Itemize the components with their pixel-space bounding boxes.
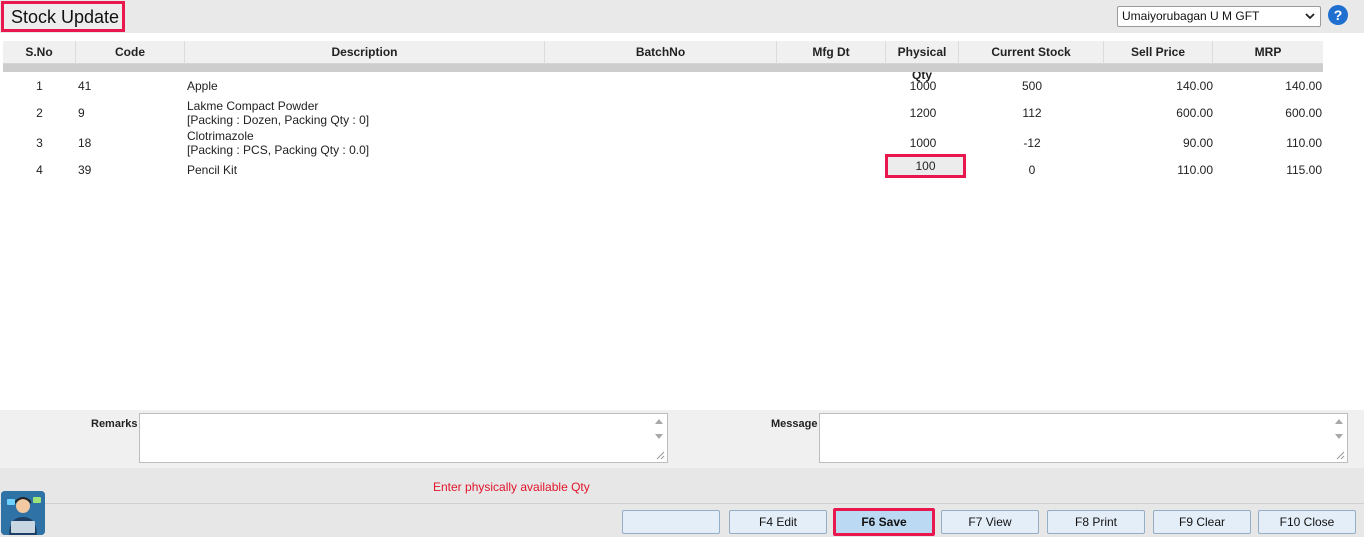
col-mfg-dt: Mfg Dt <box>777 41 886 64</box>
cell-sno: 2 <box>36 106 43 120</box>
cell-code: 9 <box>78 106 85 120</box>
message-label: Message <box>771 418 818 430</box>
cell-sno: 1 <box>36 79 43 93</box>
cell-sell-price: 90.00 <box>1182 136 1213 150</box>
col-code: Code <box>76 41 185 64</box>
description-name: Clotrimazole <box>187 129 254 143</box>
message-textarea[interactable] <box>819 413 1348 463</box>
header-divider <box>3 64 1323 72</box>
cell-sell-price: 110.00 <box>1177 163 1213 177</box>
cell-code: 39 <box>78 163 92 177</box>
cell-description: Lakme Compact Powder [Packing : Dozen, P… <box>187 99 369 127</box>
remarks-label: Remarks <box>91 418 138 430</box>
cell-sell-price: 600.00 <box>1176 106 1213 120</box>
cell-mrp: 600.00 <box>1285 106 1322 120</box>
branch-select-value: Umaiyorubagan U M GFT <box>1122 9 1260 23</box>
cell-current-stock: 112 <box>1022 106 1042 120</box>
cell-sno: 3 <box>36 136 43 150</box>
resize-grip-icon[interactable] <box>1335 450 1345 460</box>
page-title: Stock Update <box>1 1 125 32</box>
cell-current-stock: -12 <box>1023 136 1041 150</box>
col-physical-qty: Physical Qty <box>886 41 959 82</box>
hint-message: Enter physically available Qty <box>433 480 590 494</box>
cell-physical-qty[interactable]: 1200 <box>887 106 959 120</box>
col-current-stock: Current Stock <box>959 41 1104 64</box>
cell-description: Pencil Kit <box>187 163 238 177</box>
col-sell-price: Sell Price <box>1104 41 1213 64</box>
col-sno: S.No <box>3 41 76 64</box>
description-packing: [Packing : PCS, Packing Qty : 0.0] <box>187 143 370 157</box>
col-description: Description <box>185 41 545 64</box>
clear-button[interactable]: F9 Clear <box>1153 510 1251 534</box>
cell-mrp: 110.00 <box>1286 136 1322 150</box>
view-button[interactable]: F7 View <box>941 510 1039 534</box>
chevron-down-icon <box>1305 13 1315 20</box>
col-batchno: BatchNo <box>545 41 777 64</box>
table-header: S.No Code Description BatchNo Mfg Dt Phy… <box>3 41 1323 82</box>
cell-current-stock: 0 <box>1028 163 1036 177</box>
cell-description: Apple <box>187 79 218 93</box>
branch-select[interactable]: Umaiyorubagan U M GFT <box>1117 6 1321 27</box>
help-icon[interactable]: ? <box>1328 5 1348 25</box>
description-packing: [Packing : Dozen, Packing Qty : 0] <box>187 113 370 127</box>
divider <box>0 503 1364 504</box>
cell-current-stock: 500 <box>1021 79 1043 93</box>
remarks-textarea[interactable] <box>139 413 668 463</box>
cell-code: 41 <box>78 79 92 93</box>
blank-button[interactable] <box>622 510 720 534</box>
close-button[interactable]: F10 Close <box>1258 510 1356 534</box>
cell-description: Clotrimazole [Packing : PCS, Packing Qty… <box>187 129 369 157</box>
cell-mrp: 140.00 <box>1285 79 1322 93</box>
cell-sell-price: 140.00 <box>1176 79 1213 93</box>
cell-physical-qty[interactable]: 1000 <box>887 79 959 93</box>
cell-sno: 4 <box>36 163 43 177</box>
resize-grip-icon[interactable] <box>655 450 665 460</box>
cell-physical-qty[interactable]: 1000 <box>887 136 959 150</box>
assistant-avatar-icon[interactable] <box>1 491 45 535</box>
physical-qty-input[interactable]: 100 <box>885 154 966 178</box>
edit-button[interactable]: F4 Edit <box>729 510 827 534</box>
col-mrp: MRP <box>1254 45 1282 59</box>
cell-code: 18 <box>78 136 92 150</box>
print-button[interactable]: F8 Print <box>1047 510 1145 534</box>
save-button[interactable]: F6 Save <box>833 508 935 536</box>
description-name: Lakme Compact Powder <box>187 99 319 113</box>
cell-mrp: 115.00 <box>1286 163 1322 177</box>
